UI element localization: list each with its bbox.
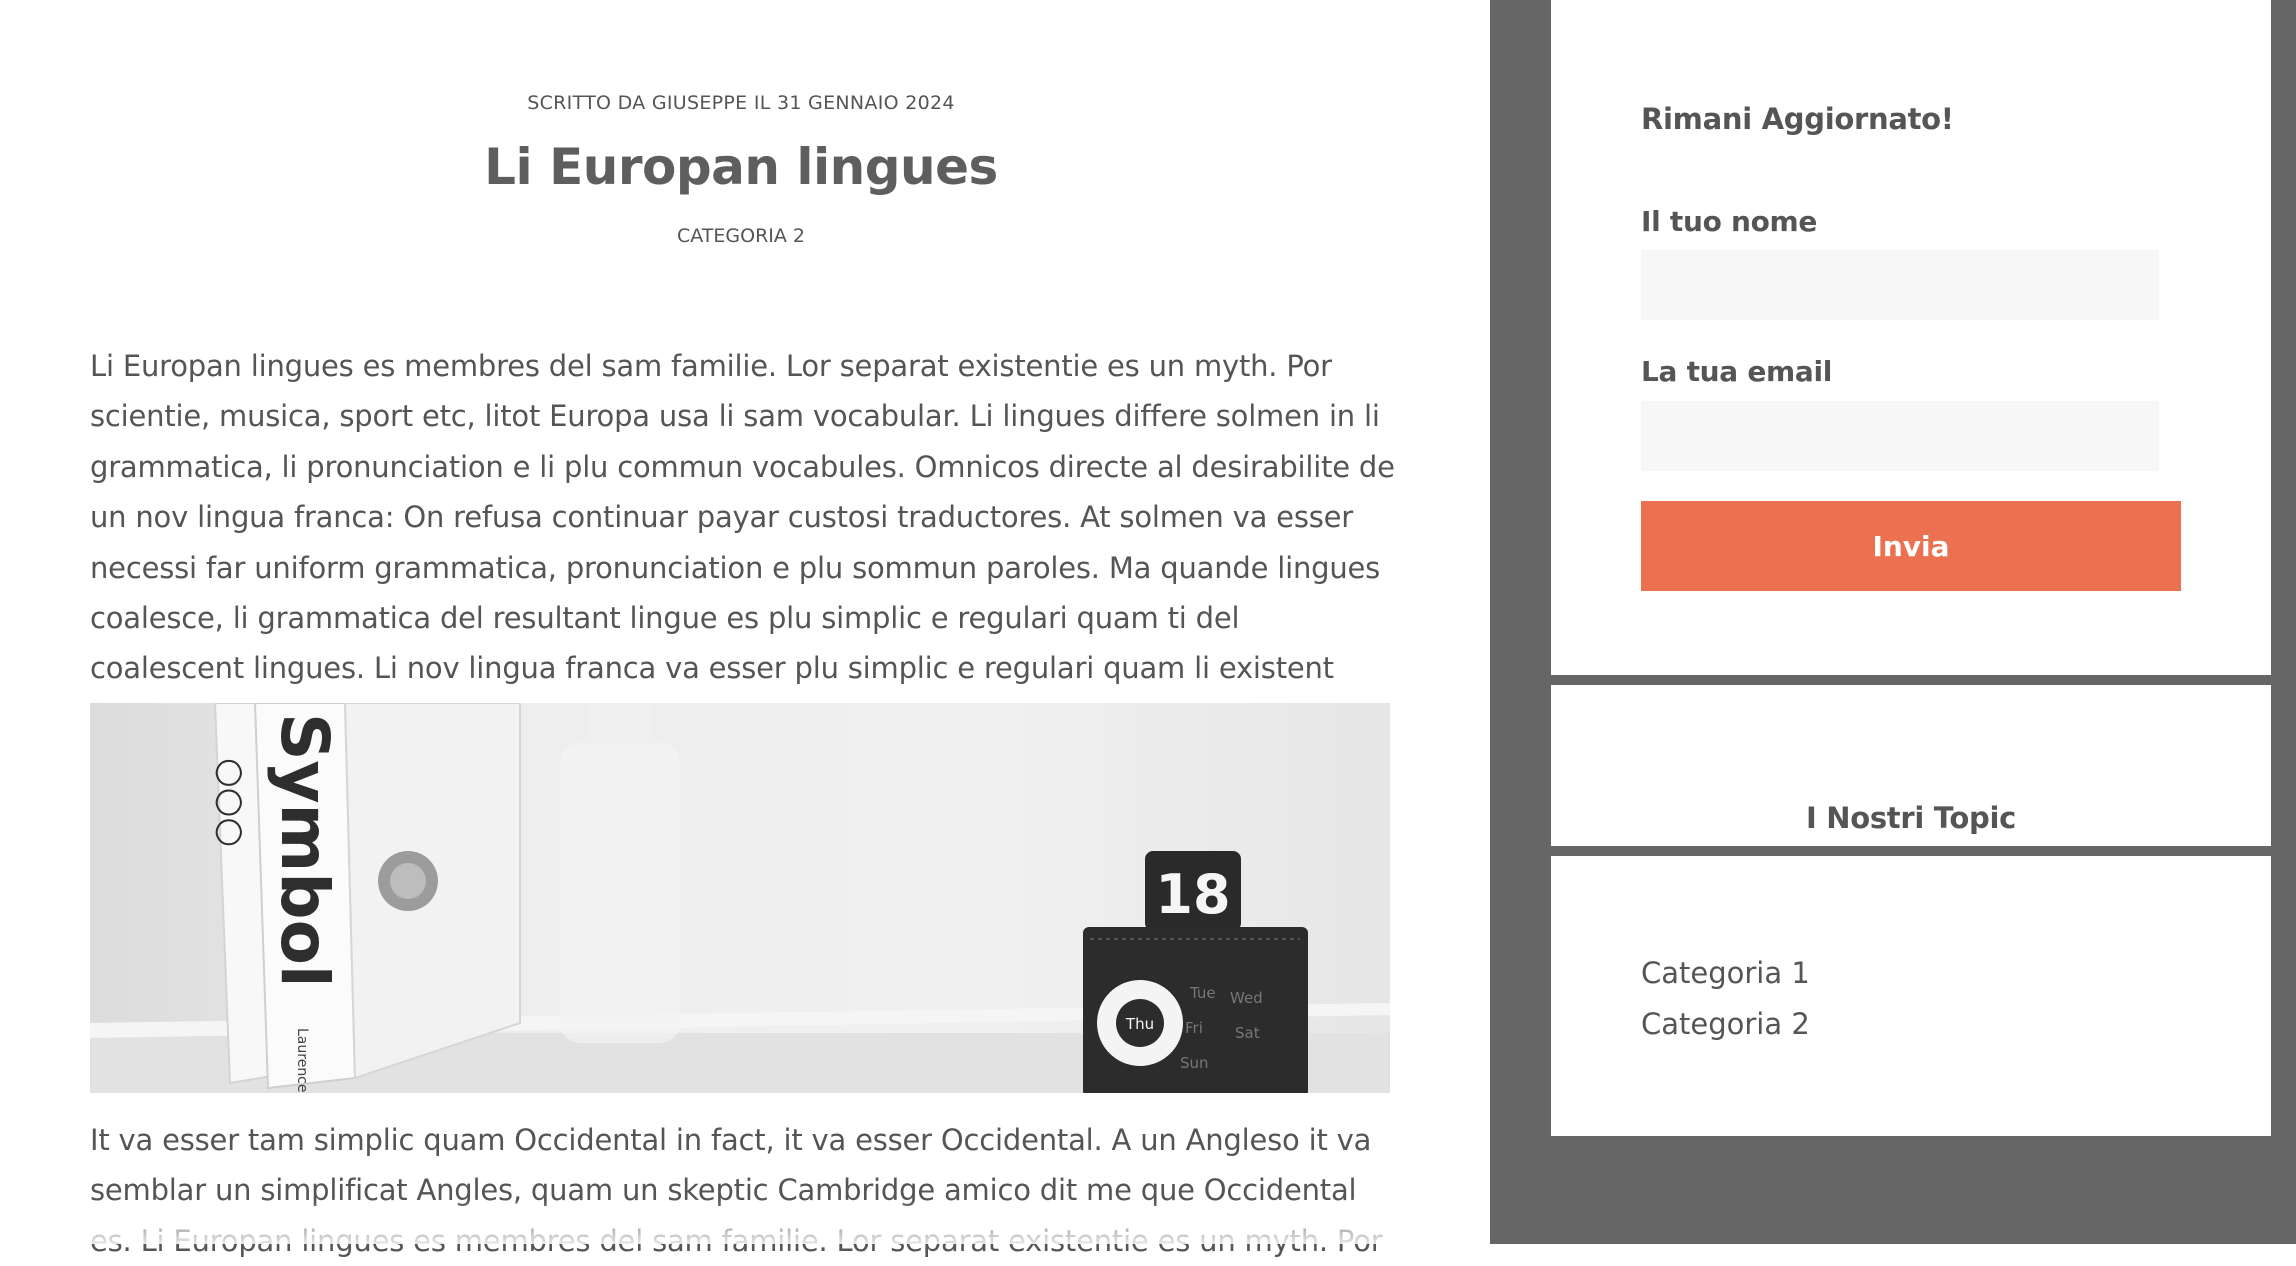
post-paragraph-1: Li Europan lingues es membres del sam fa… xyxy=(90,349,1395,736)
post-title: Li Europan lingues xyxy=(484,138,998,196)
scroll-fade xyxy=(0,1200,1490,1244)
topics-widget-header: I Nostri Topic xyxy=(1551,685,2271,846)
post-byline: SCRITTO DA GIUSEPPE IL 31 GENNAIO 2024 xyxy=(527,92,955,114)
topics-list: Categoria 1 Categoria 2 xyxy=(1641,948,1810,1050)
svg-text:Fri: Fri xyxy=(1185,1019,1203,1037)
name-field[interactable] xyxy=(1641,250,2159,320)
post-category-link[interactable]: CATEGORIA 2 xyxy=(90,225,1392,247)
main-content: SCRITTO DA GIUSEPPE IL 31 GENNAIO 2024 L… xyxy=(0,0,1490,1258)
svg-text:Sat: Sat xyxy=(1235,1024,1260,1042)
svg-text:Sun: Sun xyxy=(1180,1054,1209,1072)
calendar-selected-day: Thu xyxy=(1125,1015,1154,1033)
book-title-text: Symbol xyxy=(266,713,343,988)
svg-text:Wed: Wed xyxy=(1230,989,1263,1007)
topic-link-categoria-1[interactable]: Categoria 1 xyxy=(1641,948,1810,999)
book-publisher-text: Laurence King xyxy=(294,1028,310,1093)
svg-text:○○○: ○○○ xyxy=(211,758,251,847)
book-spine-title: Symbol xyxy=(266,713,343,988)
calendar-day-number: 18 xyxy=(1155,863,1230,926)
svg-text:Tue: Tue xyxy=(1189,984,1216,1002)
email-field-label: La tua email xyxy=(1641,355,1833,388)
post-image: Symbol ○○○ Laurence King 18 Thu Tue Wed … xyxy=(90,703,1390,1093)
name-field-label: Il tuo nome xyxy=(1641,205,1818,238)
topics-widget: Categoria 1 Categoria 2 xyxy=(1551,856,2271,1136)
newsletter-widget: Rimani Aggiornato! Il tuo nome La tua em… xyxy=(1551,0,2271,675)
email-field[interactable] xyxy=(1641,401,2159,471)
submit-button[interactable]: Invia xyxy=(1641,501,2181,591)
newsletter-title: Rimani Aggiornato! xyxy=(1641,102,1954,136)
topics-title: I Nostri Topic xyxy=(1805,801,2017,835)
topic-link-categoria-2[interactable]: Categoria 2 xyxy=(1641,999,1810,1050)
